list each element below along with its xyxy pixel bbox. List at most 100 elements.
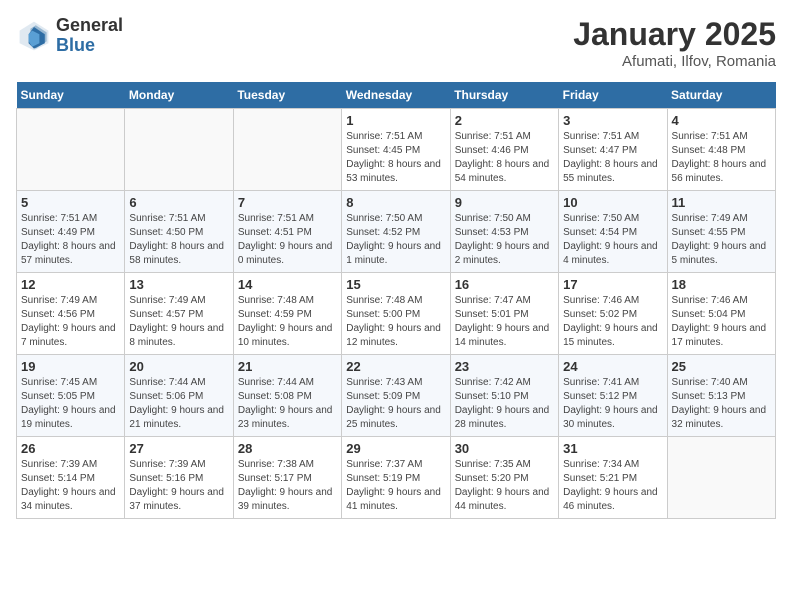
day-cell: 23 Sunrise: 7:42 AM Sunset: 5:10 PM Dayli…: [450, 355, 558, 437]
day-number: 30: [455, 441, 554, 456]
day-cell: 3Sunrise: 7:51 AM Sunset: 4:47 PM Daylig…: [559, 109, 667, 191]
week-row-4: 19Sunrise: 7:45 AM Sunset: 5:05 PM Dayli…: [17, 355, 776, 437]
weekday-header-saturday: Saturday: [667, 82, 775, 109]
day-number: 10: [563, 195, 662, 210]
day-info: Sunrise: 7:48 AM Sunset: 4:59 PM Dayligh…: [238, 294, 337, 350]
day-info: Sunrise: 7:49 AM Sunset: 4:56 PM Dayligh…: [21, 294, 120, 350]
day-cell: 12 Sunrise: 7:49 AM Sunset: 4:56 PM Dayli…: [17, 273, 125, 355]
day-cell: 17 Sunrise: 7:46 AM Sunset: 5:02 PM Dayli…: [559, 273, 667, 355]
day-number: 1: [346, 113, 445, 128]
day-number: 26: [21, 441, 120, 456]
day-number: 17: [563, 277, 662, 292]
day-number: 27: [129, 441, 228, 456]
day-cell: 27 Sunrise: 7:39 AM Sunset: 5:16 PM Dayli…: [125, 437, 233, 519]
day-cell: 2Sunrise: 7:51 AM Sunset: 4:46 PM Daylig…: [450, 109, 558, 191]
week-row-1: 1 Sunrise: 7:51 AM Sunset: 4:45 PM Daylig…: [17, 109, 776, 191]
day-number: 5: [21, 195, 120, 210]
day-cell: 15 Sunrise: 7:48 AM Sunset: 5:00 PM Dayli…: [342, 273, 450, 355]
day-number: 4: [672, 113, 771, 128]
day-info: Sunrise: 7:40 AM Sunset: 5:13 PM Dayligh…: [672, 376, 771, 432]
day-cell: 19Sunrise: 7:45 AM Sunset: 5:05 PM Dayli…: [17, 355, 125, 437]
day-cell: 13 Sunrise: 7:49 AM Sunset: 4:57 PM Dayli…: [125, 273, 233, 355]
day-cell: 26Sunrise: 7:39 AM Sunset: 5:14 PM Dayli…: [17, 437, 125, 519]
weekday-header-friday: Friday: [559, 82, 667, 109]
day-number: 9: [455, 195, 554, 210]
day-number: 12: [21, 277, 120, 292]
day-info: Sunrise: 7:38 AM Sunset: 5:17 PM Dayligh…: [238, 458, 337, 514]
day-cell: 22 Sunrise: 7:43 AM Sunset: 5:09 PM Dayli…: [342, 355, 450, 437]
day-number: 18: [672, 277, 771, 292]
logo-icon: [16, 18, 52, 54]
day-number: 8: [346, 195, 445, 210]
day-info: Sunrise: 7:46 AM Sunset: 5:02 PM Dayligh…: [563, 294, 662, 350]
day-number: 13: [129, 277, 228, 292]
day-info: Sunrise: 7:34 AM Sunset: 5:21 PM Dayligh…: [563, 458, 662, 514]
calendar: SundayMondayTuesdayWednesdayThursdayFrid…: [16, 82, 776, 519]
day-cell: 1 Sunrise: 7:51 AM Sunset: 4:45 PM Daylig…: [342, 109, 450, 191]
day-info: Sunrise: 7:51 AM Sunset: 4:46 PM Dayligh…: [455, 130, 554, 186]
day-info: Sunrise: 7:45 AM Sunset: 5:05 PM Dayligh…: [21, 376, 120, 432]
week-row-5: 26Sunrise: 7:39 AM Sunset: 5:14 PM Dayli…: [17, 437, 776, 519]
day-info: Sunrise: 7:51 AM Sunset: 4:50 PM Dayligh…: [129, 212, 228, 268]
day-cell: 7 Sunrise: 7:51 AM Sunset: 4:51 PM Daylig…: [233, 191, 341, 273]
day-cell: [667, 437, 775, 519]
day-info: Sunrise: 7:49 AM Sunset: 4:57 PM Dayligh…: [129, 294, 228, 350]
day-cell: 6 Sunrise: 7:51 AM Sunset: 4:50 PM Daylig…: [125, 191, 233, 273]
month-title: January 2025: [573, 16, 776, 53]
day-info: Sunrise: 7:51 AM Sunset: 4:51 PM Dayligh…: [238, 212, 337, 268]
day-number: 23: [455, 359, 554, 374]
title-block: January 2025 Afumati, Ilfov, Romania: [573, 16, 776, 70]
weekday-header-thursday: Thursday: [450, 82, 558, 109]
weekday-header-monday: Monday: [125, 82, 233, 109]
location: Afumati, Ilfov, Romania: [573, 53, 776, 70]
day-cell: 16Sunrise: 7:47 AM Sunset: 5:01 PM Dayli…: [450, 273, 558, 355]
logo-general: General: [56, 16, 123, 36]
day-number: 31: [563, 441, 662, 456]
day-cell: 10 Sunrise: 7:50 AM Sunset: 4:54 PM Dayli…: [559, 191, 667, 273]
day-number: 29: [346, 441, 445, 456]
day-number: 24: [563, 359, 662, 374]
day-number: 7: [238, 195, 337, 210]
day-number: 14: [238, 277, 337, 292]
day-cell: [17, 109, 125, 191]
day-cell: [233, 109, 341, 191]
day-info: Sunrise: 7:44 AM Sunset: 5:06 PM Dayligh…: [129, 376, 228, 432]
logo-blue: Blue: [56, 36, 123, 56]
day-number: 11: [672, 195, 771, 210]
day-cell: 29Sunrise: 7:37 AM Sunset: 5:19 PM Dayli…: [342, 437, 450, 519]
day-number: 22: [346, 359, 445, 374]
weekday-header-wednesday: Wednesday: [342, 82, 450, 109]
day-info: Sunrise: 7:51 AM Sunset: 4:45 PM Dayligh…: [346, 130, 445, 186]
day-number: 3: [563, 113, 662, 128]
day-cell: 25 Sunrise: 7:40 AM Sunset: 5:13 PM Dayli…: [667, 355, 775, 437]
day-number: 25: [672, 359, 771, 374]
day-info: Sunrise: 7:50 AM Sunset: 4:52 PM Dayligh…: [346, 212, 445, 268]
day-info: Sunrise: 7:47 AM Sunset: 5:01 PM Dayligh…: [455, 294, 554, 350]
day-number: 6: [129, 195, 228, 210]
day-cell: 20Sunrise: 7:44 AM Sunset: 5:06 PM Dayli…: [125, 355, 233, 437]
logo-text: General Blue: [56, 16, 123, 56]
day-info: Sunrise: 7:35 AM Sunset: 5:20 PM Dayligh…: [455, 458, 554, 514]
day-info: Sunrise: 7:43 AM Sunset: 5:09 PM Dayligh…: [346, 376, 445, 432]
day-cell: [125, 109, 233, 191]
day-info: Sunrise: 7:50 AM Sunset: 4:54 PM Dayligh…: [563, 212, 662, 268]
logo: General Blue: [16, 16, 123, 56]
weekday-header-sunday: Sunday: [17, 82, 125, 109]
day-cell: 28Sunrise: 7:38 AM Sunset: 5:17 PM Dayli…: [233, 437, 341, 519]
day-cell: 24Sunrise: 7:41 AM Sunset: 5:12 PM Dayli…: [559, 355, 667, 437]
week-row-3: 12 Sunrise: 7:49 AM Sunset: 4:56 PM Dayli…: [17, 273, 776, 355]
day-info: Sunrise: 7:46 AM Sunset: 5:04 PM Dayligh…: [672, 294, 771, 350]
page-header: General Blue January 2025 Afumati, Ilfov…: [16, 16, 776, 70]
day-info: Sunrise: 7:42 AM Sunset: 5:10 PM Dayligh…: [455, 376, 554, 432]
day-info: Sunrise: 7:39 AM Sunset: 5:16 PM Dayligh…: [129, 458, 228, 514]
day-cell: 9Sunrise: 7:50 AM Sunset: 4:53 PM Daylig…: [450, 191, 558, 273]
day-cell: 8 Sunrise: 7:50 AM Sunset: 4:52 PM Daylig…: [342, 191, 450, 273]
day-info: Sunrise: 7:48 AM Sunset: 5:00 PM Dayligh…: [346, 294, 445, 350]
day-info: Sunrise: 7:51 AM Sunset: 4:49 PM Dayligh…: [21, 212, 120, 268]
week-row-2: 5 Sunrise: 7:51 AM Sunset: 4:49 PM Daylig…: [17, 191, 776, 273]
day-cell: 18 Sunrise: 7:46 AM Sunset: 5:04 PM Dayli…: [667, 273, 775, 355]
day-info: Sunrise: 7:44 AM Sunset: 5:08 PM Dayligh…: [238, 376, 337, 432]
day-number: 21: [238, 359, 337, 374]
day-cell: 30 Sunrise: 7:35 AM Sunset: 5:20 PM Dayli…: [450, 437, 558, 519]
day-number: 15: [346, 277, 445, 292]
